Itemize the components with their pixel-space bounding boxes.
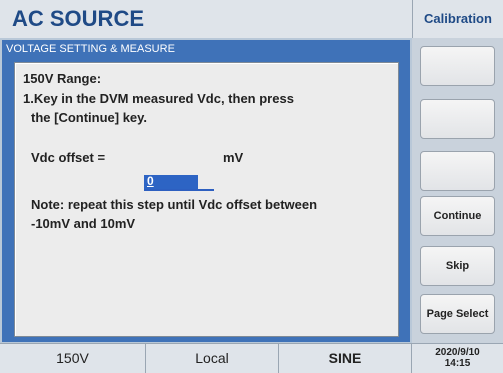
continue-button[interactable]: Continue bbox=[420, 196, 495, 236]
app-header: AC SOURCE bbox=[0, 0, 412, 38]
mode-title: Calibration bbox=[412, 0, 503, 38]
status-datetime: 2020/9/10 14:15 bbox=[412, 344, 503, 373]
status-time: 14:15 bbox=[444, 358, 471, 369]
range-label: 150V Range: bbox=[23, 71, 102, 86]
voltage-setting-dialog: VOLTAGE SETTING & MEASURE 150V Range: 1.… bbox=[2, 40, 410, 342]
page-select-button[interactable]: Page Select bbox=[420, 294, 495, 334]
dialog-title: VOLTAGE SETTING & MEASURE bbox=[6, 43, 175, 55]
instruction-line-1: 1.Key in the DVM measured Vdc, then pres… bbox=[23, 91, 294, 106]
note-line-1: Note: repeat this step until Vdc offset … bbox=[31, 197, 318, 212]
status-waveform: SINE bbox=[279, 344, 412, 373]
vdc-offset-underline bbox=[144, 189, 214, 191]
status-date: 2020/9/10 bbox=[435, 347, 480, 358]
note-line-2: -10mV and 10mV bbox=[31, 216, 136, 231]
softkey-panel: Continue Skip Page Select bbox=[412, 38, 503, 343]
offset-label: Vdc offset = bbox=[31, 150, 106, 165]
status-range: 150V bbox=[0, 344, 146, 373]
instruction-line-2: the [Continue] key. bbox=[31, 110, 148, 125]
skip-button[interactable]: Skip bbox=[420, 246, 495, 286]
softkey-1[interactable] bbox=[420, 46, 495, 86]
softkey-2[interactable] bbox=[420, 99, 495, 139]
vdc-offset-input[interactable]: 0 bbox=[144, 174, 198, 189]
app-title: AC SOURCE bbox=[12, 6, 145, 31]
status-control: Local bbox=[146, 344, 279, 373]
softkey-3[interactable] bbox=[420, 151, 495, 191]
vdc-offset-value: 0 bbox=[147, 174, 154, 188]
dialog-body: 150V Range: 1.Key in the DVM measured Vd… bbox=[14, 62, 399, 337]
status-bar: 150V Local SINE 2020/9/10 14:15 bbox=[0, 343, 503, 373]
offset-unit: mV bbox=[223, 150, 244, 165]
